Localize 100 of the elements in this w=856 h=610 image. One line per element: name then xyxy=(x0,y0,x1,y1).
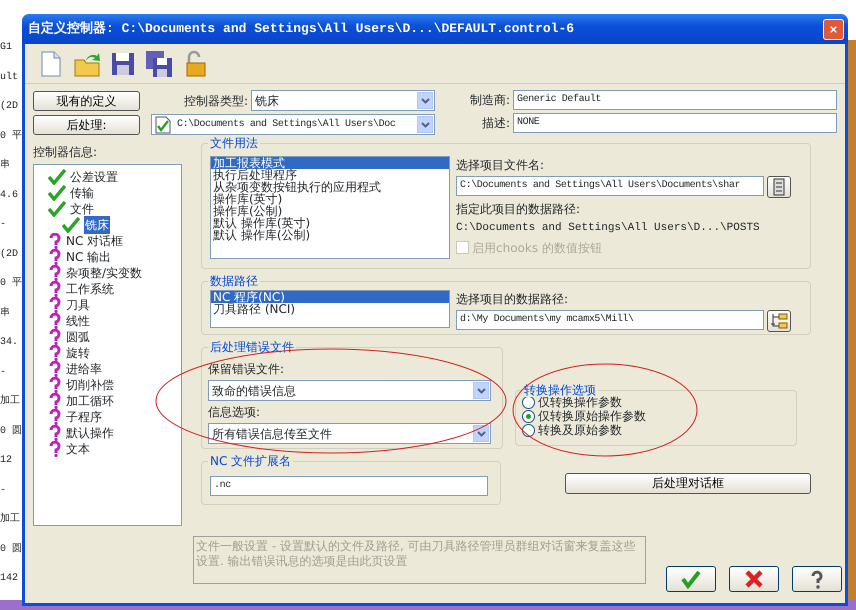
background-text: - xyxy=(0,366,6,378)
list-item[interactable]: 操作库(英寸) xyxy=(211,193,449,205)
question-mark-icon xyxy=(48,281,62,297)
tree-item[interactable]: 杂项整/实变数 xyxy=(66,264,142,282)
cancel-button[interactable] xyxy=(729,566,779,592)
tree-item[interactable]: 工作系统 xyxy=(66,280,114,298)
error-file-dropdown[interactable]: 致命的错误信息 xyxy=(208,380,491,401)
checkbox-label: 启用chooks 的数值按钮 xyxy=(472,240,602,256)
background-text: 0 平 xyxy=(0,278,22,289)
background-text: 0 圆 xyxy=(0,544,22,554)
question-mark-icon xyxy=(48,345,62,361)
controller-type-dropdown[interactable]: 铣床 xyxy=(251,90,435,111)
tree-item[interactable]: 铣床 xyxy=(84,216,110,234)
tree-item[interactable]: 传输 xyxy=(70,184,94,202)
background-text: 4.6 xyxy=(0,190,18,200)
post-processor-button[interactable]: 后处理: xyxy=(33,114,140,134)
tree-item[interactable]: 公差设置 xyxy=(70,168,118,186)
group-title: NC 文件扩展名 xyxy=(208,454,294,468)
question-mark-icon xyxy=(48,425,62,441)
tree-item[interactable]: 子程序 xyxy=(66,408,102,426)
folder-tree-icon xyxy=(770,312,788,330)
manufacturer-field[interactable]: Generic Default xyxy=(513,90,837,110)
group-title: 文件用法 xyxy=(208,136,260,150)
field-label: 信息选项: xyxy=(208,404,262,421)
list-item[interactable]: 执行后处理程序 xyxy=(211,169,449,181)
description-text: 文件一般设置 - 设置默认的文件及路径, 可由刀具路径管理员群组对话窗来复盖这些设置. 输出错误讯息的选项是由此页设置 xyxy=(193,536,646,584)
radio-button[interactable] xyxy=(522,410,535,422)
field-label: 控制器类型: xyxy=(184,92,248,110)
tree-item[interactable]: 旋转 xyxy=(66,344,90,362)
tree-item[interactable]: 默认操作 xyxy=(66,424,114,442)
tree-item[interactable]: 刀具 xyxy=(66,296,90,314)
close-button[interactable] xyxy=(823,18,844,40)
post-dialog-button[interactable]: 后处理对话框 xyxy=(565,472,811,494)
field-label: 制造商: xyxy=(468,92,510,109)
tree-item[interactable]: 进给率 xyxy=(66,360,102,378)
tree-item[interactable]: 文件 xyxy=(70,200,94,218)
tree-item[interactable]: 切削补偿 xyxy=(66,376,114,394)
field-label: 选择项目文件名: xyxy=(456,157,546,174)
background-text: 串 xyxy=(0,160,10,171)
tree-item[interactable]: NC 输出 xyxy=(66,248,112,266)
tree-label: 控制器信息: xyxy=(33,144,98,161)
check-icon xyxy=(62,217,80,233)
message-option-dropdown[interactable]: 所有错误信息传至文件 xyxy=(208,423,491,444)
list-item[interactable]: 默认 操作库(英寸) xyxy=(211,217,449,229)
data-path-field[interactable]: d:\My Documents\my mcamx5\Mill\ xyxy=(456,310,764,330)
question-mark-icon xyxy=(48,233,62,249)
radio-label: 仅转换操作参数 xyxy=(538,395,622,409)
field-label: 选择项目的数据路径: xyxy=(456,291,570,308)
field-label: 描述: xyxy=(480,115,510,132)
file-name-field[interactable]: C:\Documents and Settings\All Users\Documents\shar xyxy=(456,176,764,196)
background-text: 加工 xyxy=(0,514,20,525)
background-text: 142 xyxy=(0,573,18,584)
question-mark-icon xyxy=(48,313,62,329)
background-text: - xyxy=(0,219,6,230)
data-path-text: C:\Documents and Settings\All Users\D...\POSTS xyxy=(456,221,761,236)
close-icon xyxy=(830,24,837,34)
description-field[interactable]: NONE xyxy=(513,113,837,133)
question-mark-icon xyxy=(48,297,62,313)
question-mark-icon xyxy=(48,409,62,425)
background-text: 加工 xyxy=(0,396,20,407)
radio-label: 仅转换原始操作参数 xyxy=(538,409,646,423)
list-item[interactable]: NC 程序(NC) xyxy=(211,291,449,303)
list-item[interactable]: 刀具路径 (NCI) xyxy=(211,303,449,315)
tree-item[interactable]: 加工循环 xyxy=(66,392,114,410)
question-mark-icon xyxy=(48,441,62,457)
background-text: - xyxy=(0,484,6,496)
browse-button[interactable] xyxy=(767,310,791,332)
cross-icon xyxy=(744,569,764,589)
check-icon xyxy=(48,185,66,201)
browse-button[interactable] xyxy=(767,176,791,198)
existing-definitions-button[interactable]: 现有的定义 xyxy=(33,90,140,110)
ok-button[interactable] xyxy=(666,566,716,592)
tree-item[interactable]: 圆弧 xyxy=(66,328,90,346)
list-item[interactable]: 从杂项变数按钮执行的应用程式 xyxy=(211,181,449,193)
extension-field[interactable]: .nc xyxy=(210,476,488,496)
check-icon xyxy=(48,201,66,217)
check-icon xyxy=(48,169,66,185)
background-text: 串 xyxy=(0,308,10,318)
post-file-dropdown[interactable]: C:\Documents and Settings\All Users\Doc xyxy=(151,114,435,135)
window-title: 自定义控制器: C:\Documents and Settings\All Users\D...\DEFAULT.control-6 xyxy=(28,20,576,38)
list-item[interactable]: 操作库(公制) xyxy=(211,205,449,217)
list-item[interactable]: 默认 操作库(公制) xyxy=(211,229,449,241)
question-mark-icon xyxy=(48,329,62,345)
radio-label: 转换及原始参数 xyxy=(538,423,622,437)
group-title: 数据路径 xyxy=(208,274,260,288)
radio-button[interactable] xyxy=(522,424,535,436)
question-mark-icon xyxy=(48,361,62,377)
tree-item[interactable]: 线性 xyxy=(66,312,90,330)
question-mark-icon xyxy=(48,393,62,409)
floppy-disks-icon[interactable] xyxy=(145,50,173,78)
check-icon xyxy=(681,569,701,589)
background-text: 0 平 xyxy=(0,130,22,142)
field-label: 指定此项目的数据路径: xyxy=(456,201,582,218)
tree-item[interactable]: 文本 xyxy=(66,440,90,458)
background-text: 0 圆 xyxy=(0,426,22,436)
background-text: (2D xyxy=(0,101,18,112)
background-text: 12 xyxy=(0,455,12,466)
tree-item[interactable]: NC 对话框 xyxy=(66,232,124,250)
list-item[interactable]: 加工报表模式 xyxy=(211,157,449,169)
help-button[interactable] xyxy=(792,566,842,592)
